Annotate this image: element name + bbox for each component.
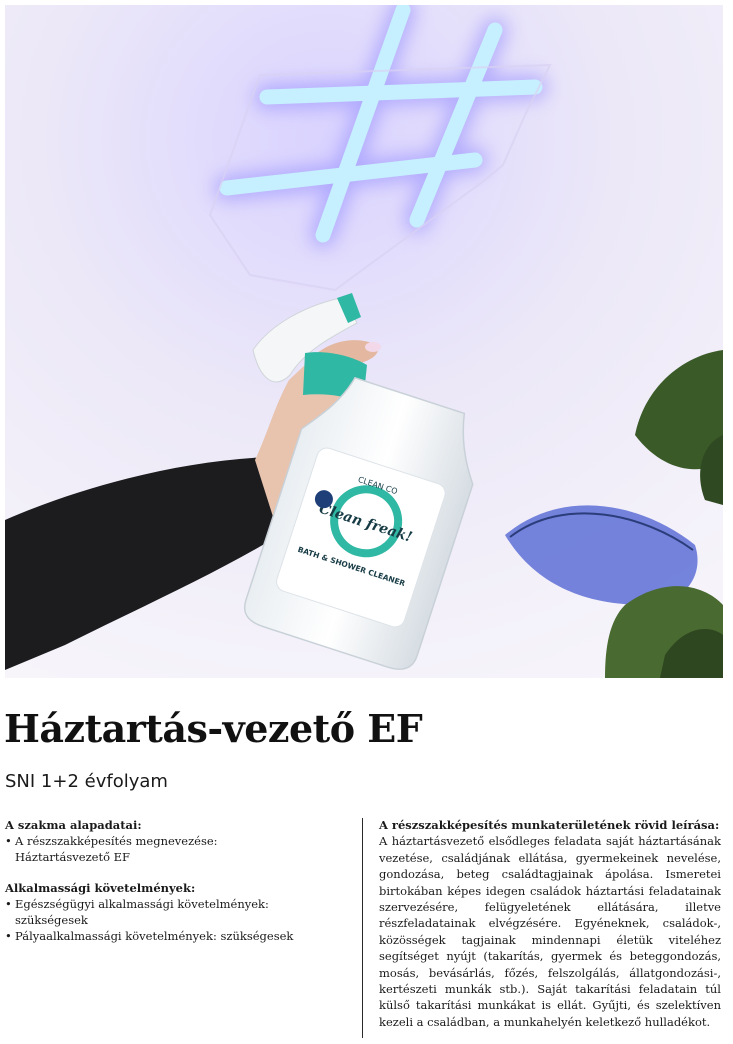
item-label: Egészségügyi alkalmassági követelmények: bbox=[15, 897, 269, 911]
list-item: Egészségügyi alkalmassági követelmények:… bbox=[5, 896, 350, 928]
item-label: Pályaalkalmassági követelmények: szükség… bbox=[15, 929, 294, 943]
hero-photo: CLEAN CO Clean freak! BATH & SHOWER CLEA… bbox=[5, 5, 723, 678]
requirements-list: Egészségügyi alkalmassági követelmények:… bbox=[5, 896, 350, 944]
page-subtitle: SNI 1+2 évfolyam bbox=[5, 771, 168, 792]
item-label: A részszakképesítés megnevezése: bbox=[15, 834, 218, 848]
section-heading-basic-data: A szakma alapadatai: bbox=[5, 818, 142, 832]
item-value: szükségesek bbox=[15, 913, 88, 927]
section-heading-work-area: A részszakképesítés munkaterületének röv… bbox=[379, 818, 720, 832]
list-item: A részszakképesítés megnevezése: Háztart… bbox=[5, 833, 350, 865]
item-value: Háztartásvezető EF bbox=[15, 850, 131, 864]
column-divider bbox=[362, 818, 363, 1038]
spray-bottle-photo: CLEAN CO Clean freak! BATH & SHOWER CLEA… bbox=[5, 5, 723, 678]
list-item: Pályaalkalmassági követelmények: szükség… bbox=[5, 928, 350, 944]
basic-data-column: A szakma alapadatai: A részszakképesítés… bbox=[5, 817, 350, 959]
work-description-text: A háztartásvezető elsődleges feladata sa… bbox=[379, 834, 721, 1029]
basic-data-list: A részszakképesítés megnevezése: Háztart… bbox=[5, 833, 350, 865]
page-title: Háztartás-vezető EF bbox=[4, 706, 423, 751]
work-description-column: A részszakképesítés munkaterületének röv… bbox=[379, 817, 721, 1030]
section-heading-requirements: Alkalmassági követelmények: bbox=[5, 881, 196, 895]
